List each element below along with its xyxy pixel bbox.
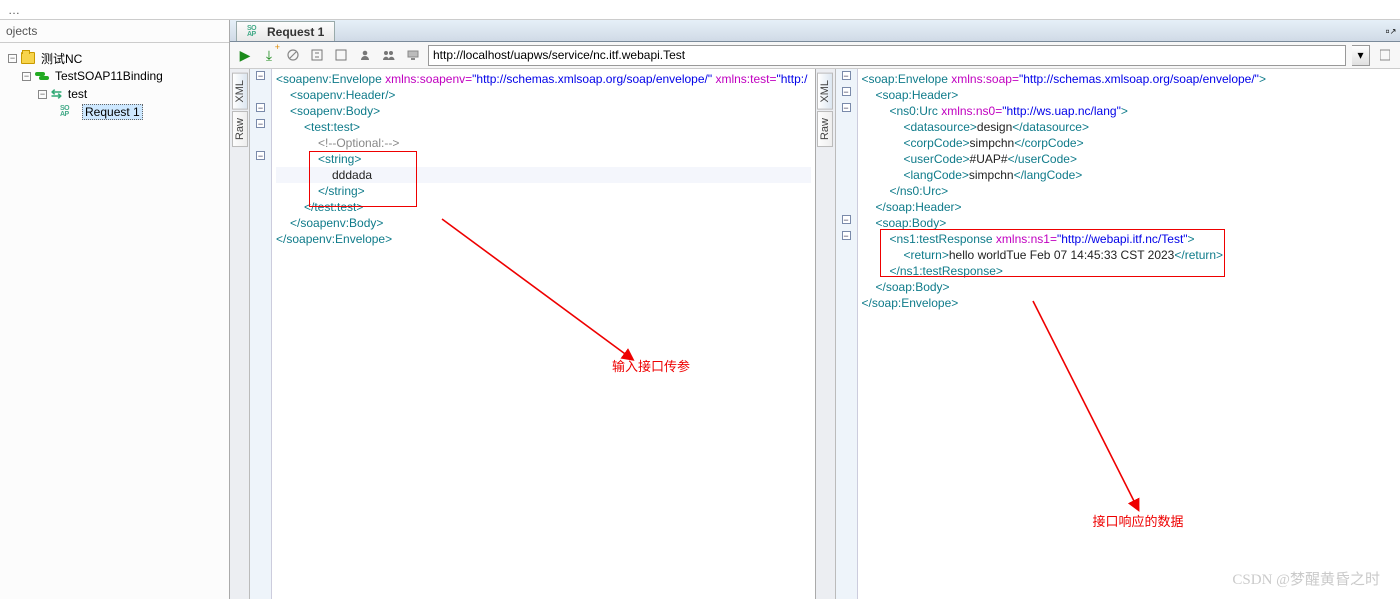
tab-xml[interactable]: XML — [817, 73, 833, 110]
code-line[interactable]: dddada — [276, 167, 811, 183]
folder-icon — [21, 52, 35, 64]
code-line[interactable]: <ns1:testResponse xmlns:ns1="http://weba… — [862, 231, 1397, 247]
code-line[interactable]: <soapenv:Header/> — [276, 87, 811, 103]
tree-label: TestSOAP11Binding — [53, 69, 165, 83]
response-pane: XML Raw − − − − − <soap:Envelope xmlns:s… — [816, 69, 1400, 599]
code-line[interactable]: </soapenv:Body> — [276, 215, 811, 231]
url-dropdown-button[interactable]: ▾ — [1352, 45, 1370, 66]
tab-raw[interactable]: Raw — [232, 111, 248, 147]
code-line[interactable]: <datasource>design</datasource> — [862, 119, 1397, 135]
user-button[interactable] — [356, 46, 374, 64]
tab-raw[interactable]: Raw — [817, 111, 833, 147]
assertion-button[interactable] — [308, 46, 326, 64]
operation-icon: ⇆ — [51, 86, 62, 102]
request-pane: XML Raw − − − − <soapenv:Envelope xmlns:… — [230, 69, 816, 599]
code-line[interactable]: </soap:Envelope> — [862, 295, 1397, 311]
annotation-label-input: 输入接口传参 — [612, 359, 690, 375]
code-line[interactable]: </test:test> — [276, 199, 811, 215]
annotation-label-output: 接口响应的数据 — [1093, 514, 1184, 530]
add-run-button[interactable]: ⤓+ — [260, 46, 278, 64]
code-line[interactable]: <langCode>simpchn</langCode> — [862, 167, 1397, 183]
code-line[interactable]: <string> — [276, 151, 811, 167]
fold-icon[interactable]: − — [842, 87, 851, 96]
response-view-tabs: XML Raw — [816, 69, 836, 599]
code-line[interactable]: </soapenv:Envelope> — [276, 231, 811, 247]
code-line[interactable]: <soap:Header> — [862, 87, 1397, 103]
watermark: CSDN @梦醒黄昏之时 — [1232, 568, 1380, 589]
endpoint-url-input[interactable] — [428, 45, 1346, 66]
collapse-icon[interactable]: − — [38, 90, 47, 99]
users-button[interactable] — [380, 46, 398, 64]
fold-icon[interactable]: − — [842, 103, 851, 112]
soap-icon: SOAP — [247, 26, 263, 38]
code-line[interactable]: <userCode>#UAP#</userCode> — [862, 151, 1397, 167]
collapse-icon[interactable]: − — [22, 72, 31, 81]
toolbar-extra-button[interactable] — [1376, 46, 1394, 64]
fold-icon[interactable]: − — [256, 119, 265, 128]
project-tree[interactable]: − 测试NC − TestSOAP11Binding − ⇆ test SOAP… — [0, 43, 229, 127]
interface-icon — [35, 69, 49, 83]
tree-node-request[interactable]: SOAP Request 1 — [4, 103, 225, 121]
request-view-tabs: XML Raw — [230, 69, 250, 599]
top-menu-bar: … — [0, 0, 1400, 20]
window-controls-icon[interactable]: ▫↗ — [1382, 20, 1400, 42]
tree-label: test — [66, 87, 89, 101]
outline-button[interactable] — [332, 46, 350, 64]
fold-icon[interactable]: − — [842, 71, 851, 80]
fold-icon[interactable]: − — [256, 151, 265, 160]
code-line[interactable]: </string> — [276, 183, 811, 199]
editor-tabbar: SOAP Request 1 ▫↗ — [230, 20, 1400, 42]
code-line[interactable]: <!--Optional:--> — [276, 135, 811, 151]
fold-icon[interactable]: − — [842, 231, 851, 240]
project-sidebar: ojects − 测试NC − TestSOAP11Binding − ⇆ te… — [0, 20, 230, 599]
request-xml-editor[interactable]: <soapenv:Envelope xmlns:soapenv="http://… — [272, 69, 815, 599]
code-line[interactable]: <soap:Envelope xmlns:soap="http://schema… — [862, 71, 1397, 87]
fold-icon[interactable]: − — [256, 103, 265, 112]
tree-node-project[interactable]: − 测试NC — [4, 49, 225, 67]
response-gutter: − − − − − — [836, 69, 858, 599]
tab-label: Request 1 — [267, 25, 324, 39]
code-line[interactable]: </ns1:testResponse> — [862, 263, 1397, 279]
stop-button[interactable] — [284, 46, 302, 64]
request-toolbar: ▶ ⤓+ ▾ — [230, 42, 1400, 69]
tab-xml[interactable]: XML — [232, 73, 248, 110]
tree-node-binding[interactable]: − TestSOAP11Binding — [4, 67, 225, 85]
tree-node-operation[interactable]: − ⇆ test — [4, 85, 225, 103]
request-gutter: − − − − — [250, 69, 272, 599]
response-xml-viewer[interactable]: <soap:Envelope xmlns:soap="http://schema… — [858, 69, 1400, 599]
fold-icon[interactable]: − — [256, 71, 265, 80]
code-line[interactable]: <soapenv:Body> — [276, 103, 811, 119]
code-line[interactable]: </ns0:Urc> — [862, 183, 1397, 199]
code-line[interactable]: <soapenv:Envelope xmlns:soapenv="http://… — [276, 71, 811, 87]
code-line[interactable]: <corpCode>simpchn</corpCode> — [862, 135, 1397, 151]
code-line[interactable]: </soap:Body> — [862, 279, 1397, 295]
code-line[interactable]: <soap:Body> — [862, 215, 1397, 231]
soap-icon: SOAP — [60, 106, 78, 118]
tree-label: 测试NC — [39, 50, 84, 67]
tab-request1[interactable]: SOAP Request 1 — [236, 21, 335, 41]
code-line[interactable]: </soap:Header> — [862, 199, 1397, 215]
sidebar-title: ojects — [0, 20, 229, 43]
fold-icon[interactable]: − — [842, 215, 851, 224]
code-line[interactable]: <ns0:Urc xmlns:ns0="http://ws.uap.nc/lan… — [862, 103, 1397, 119]
tree-label: Request 1 — [82, 104, 143, 120]
run-button[interactable]: ▶ — [236, 46, 254, 64]
code-line[interactable]: <return>hello worldTue Feb 07 14:45:33 C… — [862, 247, 1397, 263]
monitor-button[interactable] — [404, 46, 422, 64]
collapse-icon[interactable]: − — [8, 54, 17, 63]
code-line[interactable]: <test:test> — [276, 119, 811, 135]
